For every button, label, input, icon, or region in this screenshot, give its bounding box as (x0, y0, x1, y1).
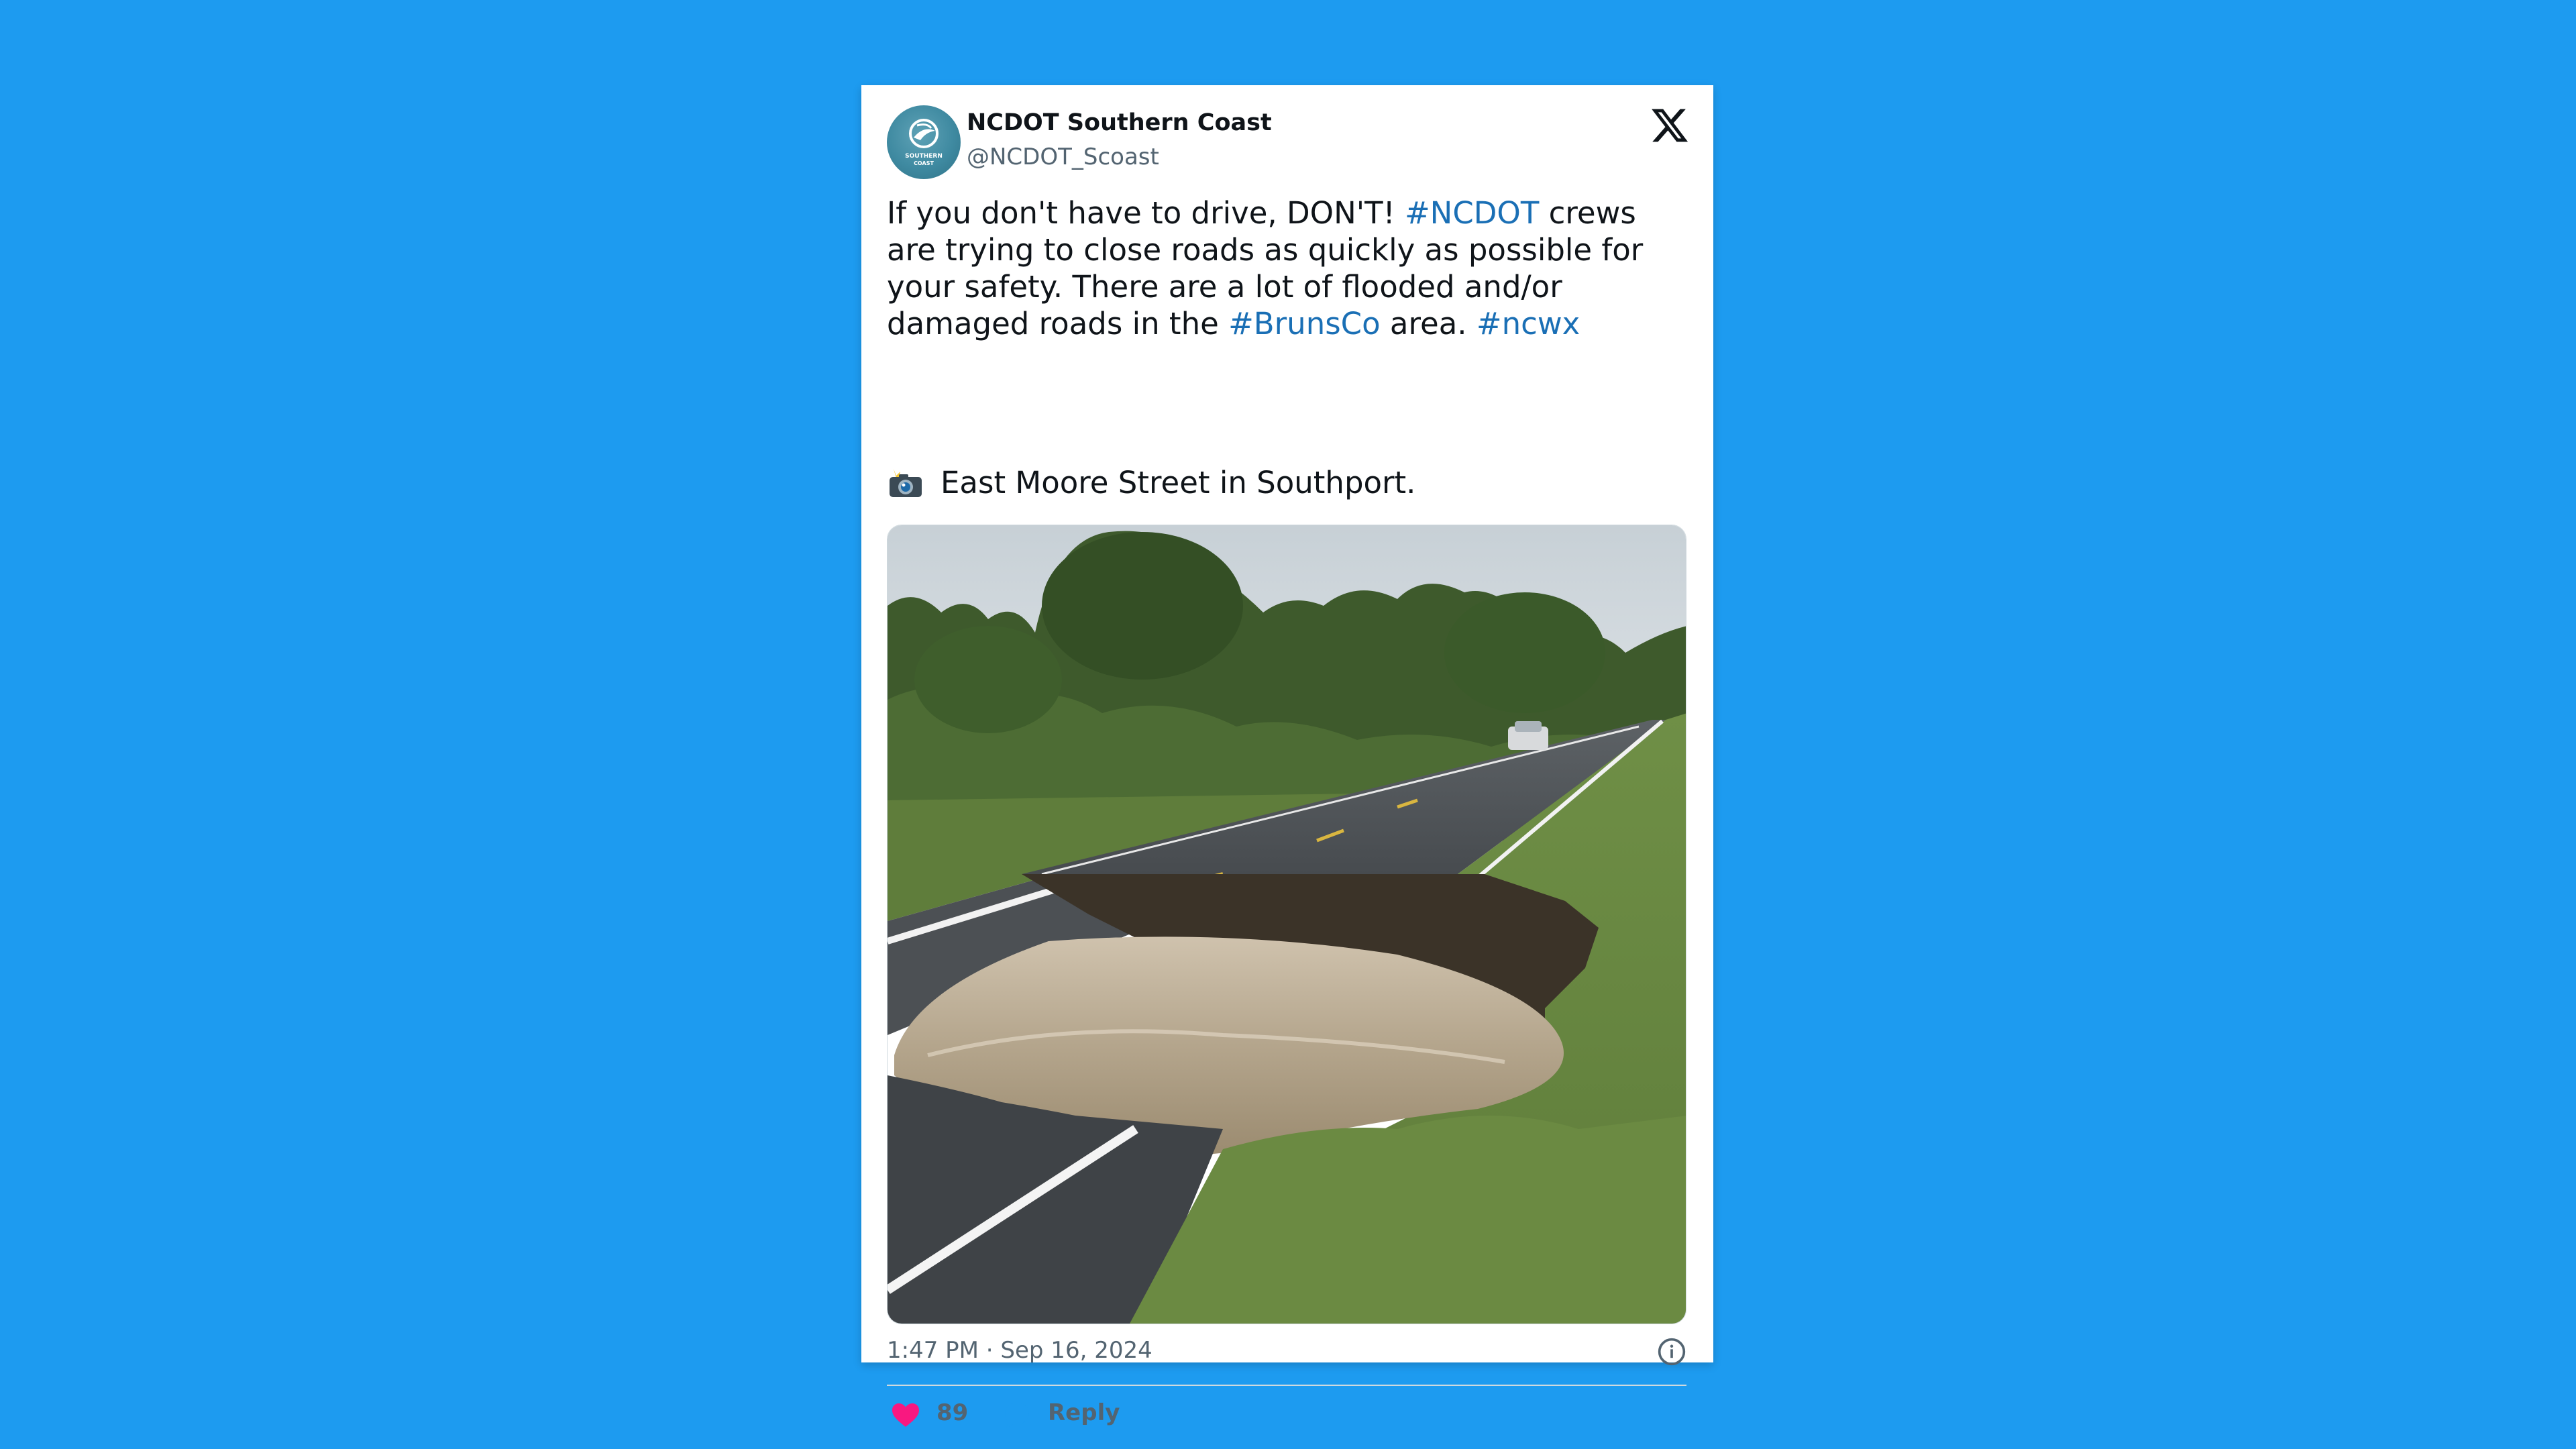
speech-bubble-icon[interactable] (1001, 1399, 1033, 1431)
author-display-name[interactable]: NCDOT Southern Coast (967, 109, 1272, 136)
avatar-text-line2: COAST (914, 160, 934, 166)
tweet-text-part: area. (1380, 306, 1477, 341)
tweet-photo[interactable] (887, 525, 1686, 1324)
tweet-text: If you don't have to drive, DON'T! #NCDO… (887, 195, 1692, 342)
photo-damaged-road (888, 525, 1686, 1324)
tweet-timestamp[interactable]: 1:47 PM · Sep 16, 2024 (887, 1337, 1152, 1364)
hashtag-ncdot[interactable]: #NCDOT (1405, 195, 1539, 231)
x-logo-icon[interactable] (1650, 105, 1690, 146)
tweet-card[interactable]: SOUTHERN COAST NCDOT Southern Coast @NCD… (861, 85, 1713, 1428)
hashtag-brunsco[interactable]: #BrunsCo (1228, 306, 1381, 341)
photo-caption: East Moore Street in Southport. (887, 464, 1416, 501)
ncdot-logo: SOUTHERN COAST (905, 119, 943, 166)
camera-flash-icon (890, 469, 922, 497)
info-icon[interactable] (1657, 1337, 1686, 1366)
caption-text: East Moore Street in Southport. (941, 465, 1416, 500)
avatar[interactable]: SOUTHERN COAST (887, 105, 961, 179)
author-handle[interactable]: @NCDOT_Scoast (967, 144, 1159, 170)
hashtag-ncwx[interactable]: #ncwx (1477, 306, 1580, 341)
heart-icon[interactable] (890, 1399, 922, 1431)
avatar-text-line1: SOUTHERN (905, 153, 943, 160)
like-count[interactable]: 89 (936, 1399, 968, 1426)
divider (887, 1385, 1686, 1386)
tweet-text-part: If you don't have to drive, DON'T! (887, 195, 1405, 231)
reply-button[interactable]: Reply (1048, 1399, 1120, 1426)
